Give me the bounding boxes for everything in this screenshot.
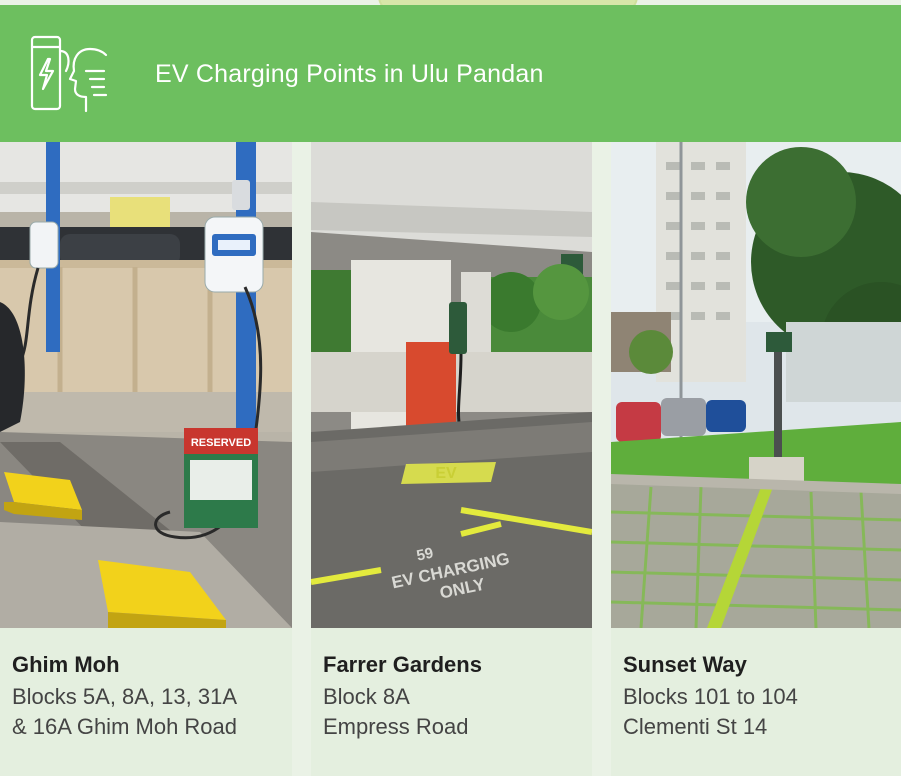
location-address-line1: Blocks 101 to 104: [623, 684, 798, 709]
location-name: Ghim Moh: [12, 652, 120, 677]
photo-sunset-way-charger: [611, 142, 901, 628]
page-title: EV Charging Points in Ulu Pandan: [155, 60, 544, 88]
caption-ghim-moh: Ghim Moh Blocks 5A, 8A, 13, 31A & 16A Gh…: [12, 652, 286, 742]
caption-sunset-way: Sunset Way Blocks 101 to 104 Clementi St…: [623, 652, 895, 742]
photo-ghim-moh-charger: RESERVED: [0, 142, 292, 628]
location-name: Farrer Gardens: [323, 652, 482, 677]
photo-farrer-gardens-charger: EV 59 EV CHARGING ONLY: [311, 142, 592, 628]
header-banner: EV Charging Points in Ulu Pandan: [0, 5, 901, 142]
ev-charger-person-icon: [30, 35, 108, 113]
floor-lot-number: 59: [415, 545, 435, 565]
caption-farrer-gardens: Farrer Gardens Block 8A Empress Road: [323, 652, 586, 742]
location-address-line2: & 16A Ghim Moh Road: [12, 714, 238, 739]
location-address-line2: Empress Road: [323, 714, 469, 739]
page: EV Charging Points in Ulu Pandan RESERVE…: [0, 0, 901, 776]
location-card-ghim-moh: RESERVED Ghim Moh Blocks 5A, 8A, 13, 31A…: [0, 142, 292, 776]
location-name: Sunset Way: [623, 652, 747, 677]
location-card-sunset-way: Sunset Way Blocks 101 to 104 Clementi St…: [611, 142, 901, 776]
location-card-farrer-gardens: EV 59 EV CHARGING ONLY Farrer Gardens Bl…: [311, 142, 592, 776]
location-address-line1: Block 8A: [323, 684, 410, 709]
location-cards: RESERVED Ghim Moh Blocks 5A, 8A, 13, 31A…: [0, 142, 901, 776]
location-address-line2: Clementi St 14: [623, 714, 768, 739]
floor-ev-marking: EV: [435, 465, 457, 482]
location-address-line1: Blocks 5A, 8A, 13, 31A: [12, 684, 238, 709]
reserved-sign-text: RESERVED: [191, 437, 251, 449]
